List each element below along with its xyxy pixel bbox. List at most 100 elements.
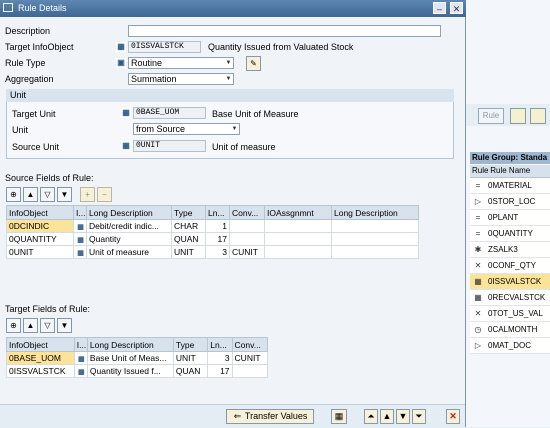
background-rule-name: 0PLANT <box>488 213 519 222</box>
column-header[interactable]: Long Description <box>86 337 174 352</box>
routine-icon: ▣ <box>116 58 126 68</box>
table-settings-icon[interactable]: ▦ <box>331 409 347 424</box>
target-infoobject-field: 0ISSVALSTCK <box>128 41 201 53</box>
column-header[interactable]: IOAssgnmnt <box>264 205 332 220</box>
close-icon[interactable]: ✕ <box>450 2 463 14</box>
infoobject-cell[interactable]: 0UNIT <box>6 245 74 259</box>
infoobject-cell[interactable]: 0DCINDIC <box>6 219 74 233</box>
aggregation-select[interactable]: Summation ▼ <box>128 73 234 85</box>
background-rule-row[interactable]: = 0PLANT <box>470 210 550 226</box>
filter-icon[interactable]: ▽ <box>40 318 55 333</box>
table-row[interactable]: 0QUANTITY ▦ Quantity QUAN 17 <box>6 232 419 246</box>
column-header[interactable]: I... <box>73 337 88 352</box>
sort-descending-icon[interactable]: ▼ <box>57 318 72 333</box>
infoobject-icon: ▦ <box>77 223 84 231</box>
io-assignment-cell[interactable] <box>264 219 332 233</box>
next-icon[interactable]: ▼ <box>396 409 410 424</box>
background-rule-name: 0MAT_DOC <box>488 341 531 350</box>
column-header[interactable]: Long Description <box>86 205 172 220</box>
infoobject-type-icon: ▦ <box>73 364 88 378</box>
chevron-down-icon[interactable]: ▼ <box>230 124 239 134</box>
chevron-down-icon[interactable]: ▼ <box>224 58 233 68</box>
unit-select[interactable]: from Source ▼ <box>133 123 240 135</box>
background-rule-row[interactable]: = 0QUANTITY <box>470 226 550 242</box>
column-header[interactable]: Long Description <box>331 205 419 220</box>
sort-ascending-icon[interactable]: ▲ <box>23 318 38 333</box>
background-rule-row[interactable]: = 0MATERIAL <box>470 178 550 194</box>
column-header[interactable]: Ln... <box>207 337 233 352</box>
background-rule-row[interactable]: ✕ 0TOT_US_VAL <box>470 306 550 322</box>
type-cell: UNIT <box>171 245 206 259</box>
minimize-icon[interactable]: – <box>433 2 446 14</box>
table-row[interactable]: 0DCINDIC ▦ Debit/credit indic... CHAR 1 <box>6 219 419 233</box>
infoobject-icon: ▦ <box>77 355 85 363</box>
length-cell: 17 <box>205 232 230 246</box>
details-icon[interactable]: ⊕ <box>6 187 21 202</box>
io-assignment-cell[interactable] <box>264 232 332 246</box>
long-description-2-cell <box>331 245 419 259</box>
filter-icon[interactable]: ▽ <box>40 187 55 202</box>
background-rule-row[interactable]: ◷ 0CALMONTH <box>470 322 550 338</box>
background-rule-row[interactable]: ✕ 0CONF_QTY <box>470 258 550 274</box>
details-icon[interactable]: ⊕ <box>6 318 21 333</box>
background-rule-row[interactable]: ▦ 0ISSVALSTCK <box>470 274 550 290</box>
target-unit-field: 0BASE_UOM <box>133 107 206 119</box>
background-rule-name: 0CALMONTH <box>488 325 538 334</box>
transfer-icon: ⇐ <box>233 411 242 421</box>
last-page-icon[interactable]: ⏷ <box>412 409 426 424</box>
cancel-icon[interactable]: ✕ <box>446 409 460 424</box>
io-assignment-cell[interactable] <box>264 245 332 259</box>
background-edit-icon[interactable] <box>510 108 526 124</box>
table-row[interactable]: 0ISSVALSTCK ▦ Quantity Issued f... QUAN 17 <box>6 364 269 378</box>
rule-type-select[interactable]: Routine ▼ <box>128 57 234 69</box>
infoobject-cell[interactable]: 0BASE_UOM <box>6 351 75 365</box>
type-cell: UNIT <box>172 351 209 365</box>
length-cell: 3 <box>207 351 233 365</box>
rule-type-icon: ✕ <box>474 308 482 318</box>
description-input[interactable] <box>128 25 441 37</box>
infoobject-cell[interactable]: 0ISSVALSTCK <box>6 364 75 378</box>
aggregation-label: Aggregation <box>5 74 54 84</box>
column-header[interactable]: Conv... <box>229 205 265 220</box>
target-unit-desc: Base Unit of Measure <box>212 109 299 119</box>
first-page-icon[interactable]: ⏶ <box>364 409 378 424</box>
background-rule-name: 0QUANTITY <box>488 229 533 238</box>
column-header[interactable]: InfoObject <box>6 205 74 220</box>
type-cell: CHAR <box>171 219 206 233</box>
background-rule-row[interactable]: ▷ 0STOR_LOC <box>470 194 550 210</box>
rule-type-icon: = <box>475 180 481 190</box>
conversion-cell <box>229 232 265 246</box>
sort-ascending-icon[interactable]: ▲ <box>23 187 38 202</box>
infoobject-type-icon: ▦ <box>73 232 87 246</box>
previous-icon[interactable]: ▲ <box>380 409 394 424</box>
add-row-icon[interactable]: + <box>80 187 95 202</box>
table-row[interactable]: 0UNIT ▦ Unit of measure UNIT 3 CUNIT <box>6 245 419 259</box>
background-rule-row[interactable]: ✱ ZSALK3 <box>470 242 550 258</box>
rule-type-icon: ✕ <box>474 260 482 270</box>
chevron-down-icon[interactable]: ▼ <box>224 74 233 84</box>
column-header[interactable]: Ln... <box>205 205 230 220</box>
transfer-values-button[interactable]: ⇐ Transfer Values <box>226 409 314 424</box>
background-rule-button[interactable]: Rule <box>478 108 504 124</box>
table-row[interactable]: 0BASE_UOM ▦ Base Unit of Meas... UNIT 3 CUNIT <box>6 351 269 365</box>
type-cell: QUAN <box>172 364 209 378</box>
column-header[interactable]: Conv... <box>231 337 269 352</box>
column-header[interactable]: I... <box>73 205 87 220</box>
dialog-footer: ⇐ Transfer Values ▦ ⏶ ▲ ▼ ⏷ ✕ <box>0 404 465 428</box>
rule-type-icon: ▷ <box>474 196 482 206</box>
column-header[interactable]: Type <box>171 205 206 220</box>
conversion-cell <box>229 219 265 233</box>
delete-row-icon[interactable]: − <box>97 187 112 202</box>
rule-type-icon: ◷ <box>474 324 482 334</box>
background-rule-name: 0TOT_US_VAL <box>488 309 543 318</box>
sort-descending-icon[interactable]: ▼ <box>57 187 72 202</box>
infoobject-cell[interactable]: 0QUANTITY <box>6 232 74 246</box>
background-rule-row[interactable]: ▦ 0RECVALSTCK <box>470 290 550 306</box>
rule-type-icon: ▷ <box>474 340 482 350</box>
column-header[interactable]: Type <box>172 337 209 352</box>
conversion-cell: CUNIT <box>229 245 265 259</box>
background-table-icon[interactable] <box>530 108 546 124</box>
column-header[interactable]: InfoObject <box>6 337 75 352</box>
background-rule-row[interactable]: ▷ 0MAT_DOC <box>470 338 550 354</box>
edit-routine-icon[interactable]: ✎ <box>246 56 261 71</box>
